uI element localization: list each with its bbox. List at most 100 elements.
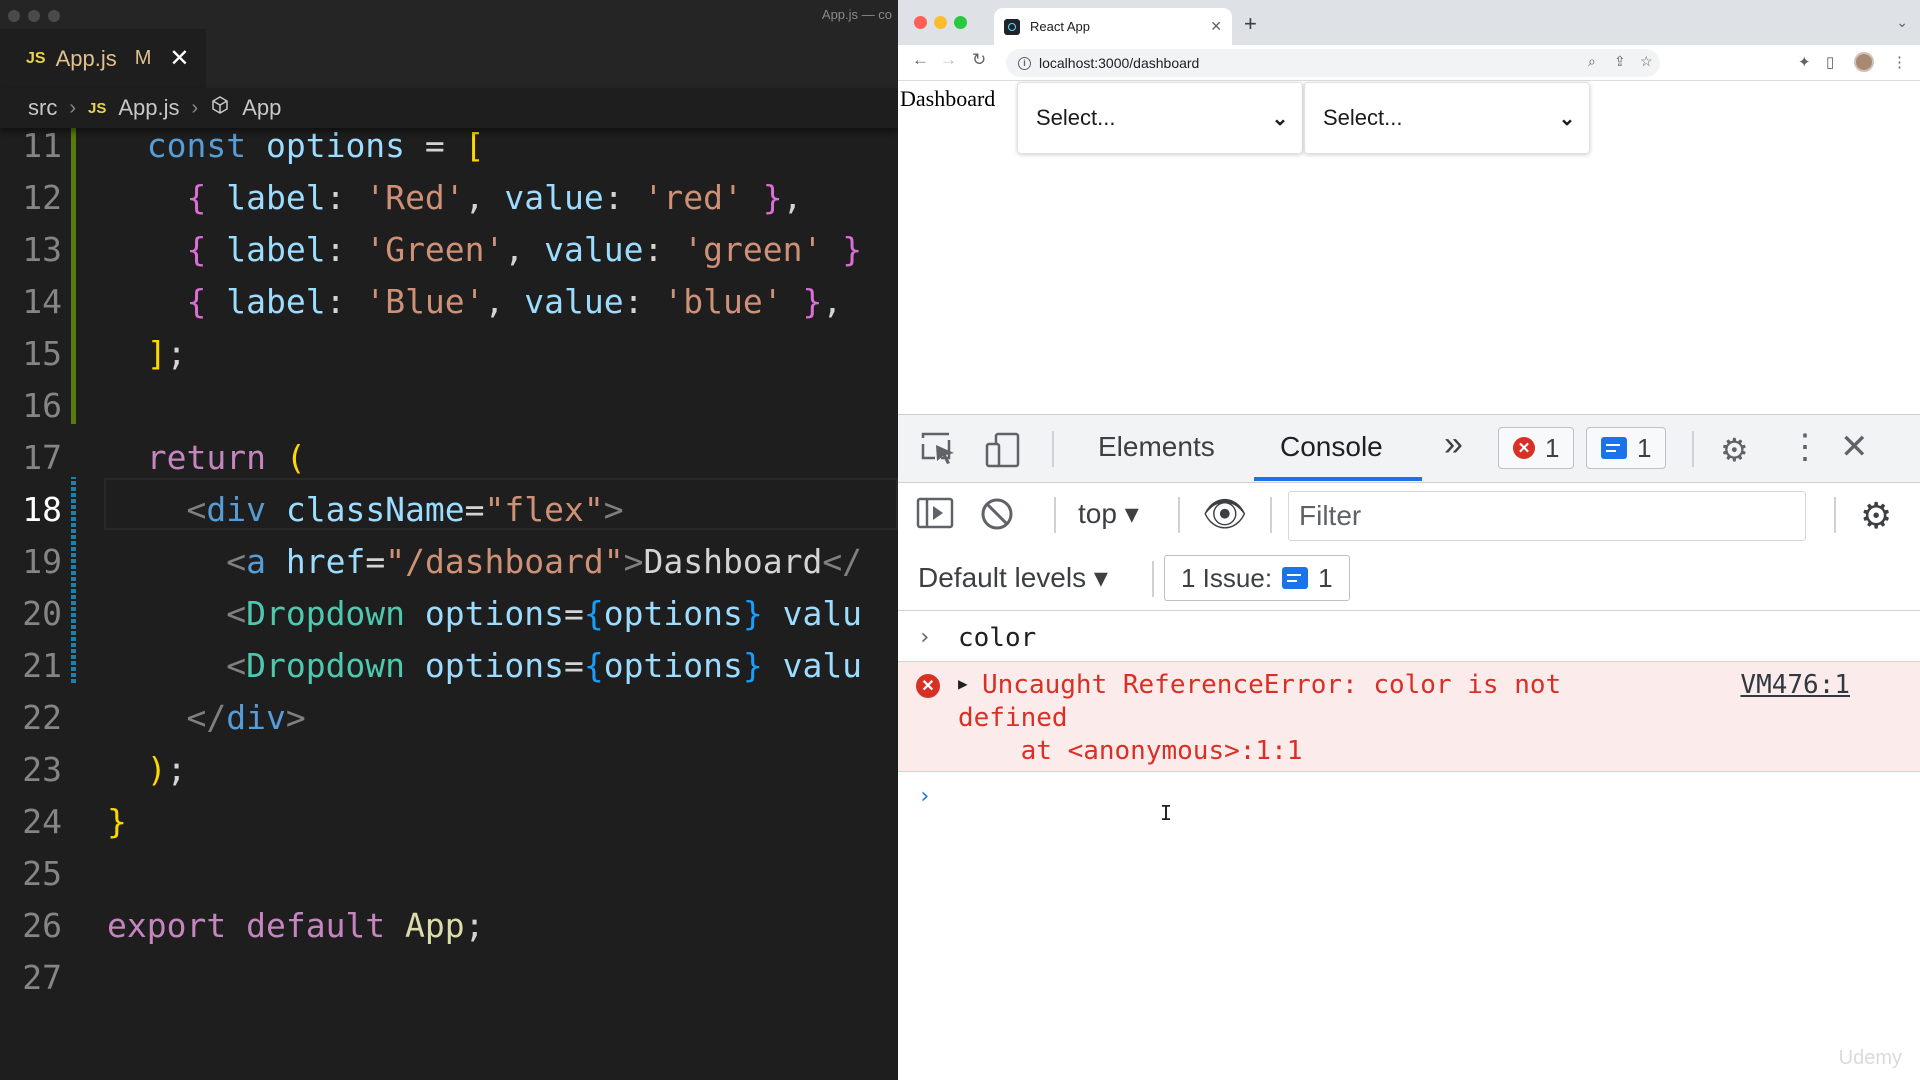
- error-icon: ✕: [916, 674, 940, 698]
- gear-icon[interactable]: ⚙: [1720, 431, 1749, 469]
- forward-arrow-icon[interactable]: →: [940, 50, 957, 70]
- code-line[interactable]: 16: [0, 380, 898, 432]
- divider: [1692, 431, 1694, 467]
- dashboard-link[interactable]: Dashboard: [900, 86, 995, 112]
- close-tab-icon[interactable]: ✕: [1210, 18, 1222, 35]
- code-area[interactable]: 11 const options = [12 { label: 'Red', v…: [0, 126, 898, 1080]
- breadcrumb-symbol[interactable]: App: [242, 95, 281, 121]
- device-toolbar-icon[interactable]: [984, 431, 1022, 477]
- close-tab-icon[interactable]: ✕: [169, 44, 189, 73]
- eye-icon[interactable]: 👁: [1202, 493, 1248, 535]
- console-input-entry: › color: [898, 617, 1920, 661]
- code-token: value: [544, 230, 644, 269]
- chevron-right-icon: ›: [69, 96, 76, 119]
- line-number: 18: [22, 490, 62, 529]
- code-line[interactable]: 14 { label: 'Blue', value: 'blue' },: [0, 276, 898, 328]
- code-token: valu: [782, 646, 863, 685]
- breadcrumb-file[interactable]: App.js: [118, 95, 179, 121]
- code-line[interactable]: 24}: [0, 796, 898, 848]
- divider: [1834, 497, 1836, 533]
- clear-console-icon[interactable]: [980, 497, 1014, 538]
- code-line[interactable]: 21 <Dropdown options={options} valu: [0, 640, 898, 692]
- code-token: href: [285, 542, 366, 581]
- code-text: { label: 'Green', value: 'green' }: [107, 224, 862, 276]
- gear-icon[interactable]: ⚙: [1860, 495, 1892, 537]
- code-line[interactable]: 25: [0, 848, 898, 900]
- more-vertical-icon[interactable]: ⋮: [1788, 427, 1822, 467]
- window-close-button[interactable]: [8, 10, 20, 22]
- code-line[interactable]: 13 { label: 'Green', value: 'green' }: [0, 224, 898, 276]
- bookmark-star-icon[interactable]: ☆: [1640, 53, 1653, 70]
- context-selector[interactable]: top ▾: [1078, 497, 1139, 530]
- new-tab-button[interactable]: +: [1244, 11, 1257, 37]
- browser-tab[interactable]: React App ✕: [994, 8, 1232, 45]
- divider: [1152, 561, 1154, 597]
- code-text: <Dropdown options={options} valu: [107, 640, 862, 692]
- code-line[interactable]: 27: [0, 952, 898, 1004]
- zoom-icon[interactable]: ⌕: [1588, 53, 1596, 70]
- address-bar[interactable]: i localhost:3000/dashboard: [1006, 49, 1660, 77]
- code-token: :: [325, 230, 366, 269]
- javascript-file-icon: JS: [26, 49, 46, 67]
- more-tabs-icon[interactable]: »: [1444, 425, 1463, 464]
- message-count-badge[interactable]: 1: [1586, 427, 1667, 469]
- breadcrumb-folder[interactable]: src: [28, 95, 57, 121]
- filter-input[interactable]: [1288, 491, 1806, 541]
- inspect-element-icon[interactable]: [920, 431, 958, 475]
- color-dropdown-1[interactable]: Select... ⌄: [1017, 82, 1303, 154]
- console-output[interactable]: › color ✕ ▶ Uncaught ReferenceError: col…: [898, 611, 1920, 1080]
- code-line[interactable]: 23 );: [0, 744, 898, 796]
- console-prompt[interactable]: ›: [898, 776, 1920, 820]
- avatar[interactable]: [1854, 52, 1874, 72]
- issues-button[interactable]: 1 Issue: 1: [1164, 555, 1350, 601]
- back-arrow-icon[interactable]: ←: [912, 50, 929, 70]
- error-count-badge[interactable]: ✕ 1: [1498, 427, 1575, 469]
- code-text: { label: 'Blue', value: 'blue' },: [107, 276, 842, 328]
- tab-console[interactable]: Console: [1280, 431, 1383, 463]
- code-token: options: [424, 594, 564, 633]
- color-dropdown-2[interactable]: Select... ⌄: [1304, 82, 1590, 154]
- window-zoom-button[interactable]: [954, 16, 967, 29]
- code-line[interactable]: 18 <div className="flex">: [0, 484, 898, 536]
- reload-icon[interactable]: ↻: [972, 50, 986, 70]
- extensions-puzzle-icon[interactable]: ✦: [1798, 53, 1811, 71]
- close-icon[interactable]: ✕: [1840, 427, 1869, 467]
- tab-elements[interactable]: Elements: [1098, 431, 1215, 463]
- log-levels-dropdown[interactable]: Default levels ▾: [918, 561, 1108, 594]
- code-line[interactable]: 22 </div>: [0, 692, 898, 744]
- code-line[interactable]: 17 return (: [0, 432, 898, 484]
- code-token: =: [464, 490, 485, 529]
- code-line[interactable]: 20 <Dropdown options={options} valu: [0, 588, 898, 640]
- code-line[interactable]: 12 { label: 'Red', value: 'red' },: [0, 172, 898, 224]
- sidebar-toggle-icon[interactable]: [916, 497, 954, 536]
- code-text: <Dropdown options={options} valu: [107, 588, 862, 640]
- window-minimize-button[interactable]: [28, 10, 40, 22]
- side-panel-icon[interactable]: ▯: [1826, 53, 1834, 71]
- share-icon[interactable]: ⇪: [1614, 53, 1626, 70]
- window-zoom-button[interactable]: [48, 10, 60, 22]
- console-error-message[interactable]: ✕ ▶ Uncaught ReferenceError: color is no…: [898, 661, 1920, 772]
- error-source-link[interactable]: VM476:1: [1740, 670, 1850, 700]
- site-info-icon[interactable]: i: [1018, 56, 1031, 70]
- code-token: valu: [782, 594, 863, 633]
- code-line[interactable]: 26 export default App;: [0, 900, 898, 952]
- more-vertical-icon[interactable]: ⋮: [1892, 53, 1907, 71]
- chevron-down-icon[interactable]: ⌄: [1896, 14, 1908, 31]
- message-icon: [1601, 437, 1627, 459]
- code-line[interactable]: 15 ];: [0, 328, 898, 380]
- window-minimize-button[interactable]: [934, 16, 947, 29]
- code-line[interactable]: 19 <a href="/dashboard">Dashboard</: [0, 536, 898, 588]
- window-close-button[interactable]: [914, 16, 927, 29]
- code-token: Dropdown: [246, 646, 406, 685]
- dropdown-label: Select...: [1036, 105, 1116, 130]
- code-editor-window: App.js — co JS App.js M ✕ src › JS App.j…: [0, 0, 898, 1080]
- editor-tab-app-js[interactable]: JS App.js M ✕: [0, 29, 206, 88]
- code-token: <: [186, 490, 207, 529]
- expand-triangle-icon[interactable]: ▶: [958, 674, 968, 693]
- code-token: :: [603, 178, 644, 217]
